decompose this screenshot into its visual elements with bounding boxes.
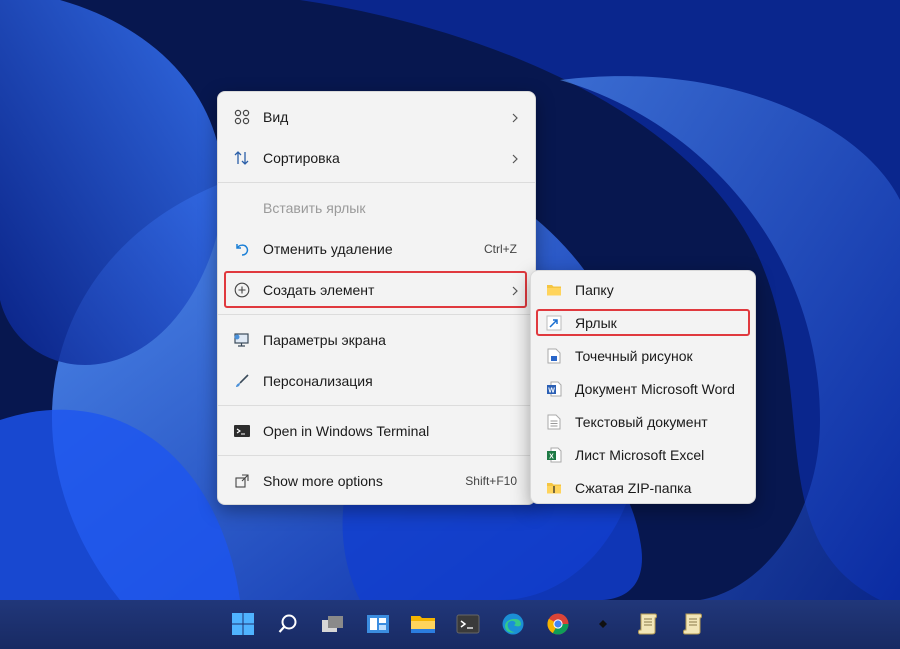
- shortcut-text: Ctrl+Z: [484, 242, 517, 256]
- terminal-icon: [233, 422, 251, 440]
- folder-icon: [546, 282, 562, 298]
- menu-item-display-settings[interactable]: Параметры экрана: [222, 322, 531, 358]
- menu-item-open-terminal[interactable]: Open in Windows Terminal: [222, 413, 531, 449]
- submenu-item-folder[interactable]: Папку: [535, 275, 751, 305]
- task-view-icon[interactable]: [319, 610, 347, 638]
- menu-item-label: Персонализация: [263, 373, 373, 389]
- chrome-icon[interactable]: [544, 610, 572, 638]
- zip-folder-icon: [546, 480, 562, 496]
- separator: [218, 405, 535, 406]
- grid-icon: [233, 108, 251, 126]
- menu-item-label: Open in Windows Terminal: [263, 423, 430, 439]
- menu-item-label: Отменить удаление: [263, 241, 393, 257]
- edge-icon[interactable]: [499, 610, 527, 638]
- menu-item-view[interactable]: Вид: [222, 99, 531, 135]
- highlight-box-new: [224, 271, 527, 308]
- file-explorer-icon[interactable]: [409, 610, 437, 638]
- chevron-right-icon: [509, 111, 521, 123]
- submenu-item-word[interactable]: W Документ Microsoft Word: [535, 374, 751, 404]
- submenu-item-label: Документ Microsoft Word: [575, 381, 735, 397]
- excel-icon: X: [546, 447, 562, 463]
- menu-item-label: Вид: [263, 109, 289, 125]
- menu-item-label: Сортировка: [263, 150, 340, 166]
- undo-icon: [233, 240, 251, 258]
- separator: [218, 182, 535, 183]
- bitmap-icon: [546, 348, 562, 364]
- svg-text:W: W: [548, 387, 555, 394]
- brush-icon: [233, 372, 251, 390]
- menu-item-personalize[interactable]: Персонализация: [222, 363, 531, 399]
- display-icon: [233, 331, 251, 349]
- submenu-item-label: Лист Microsoft Excel: [575, 447, 705, 463]
- highlight-box-shortcut: [536, 309, 750, 336]
- search-icon[interactable]: [274, 610, 302, 638]
- submenu-item-bitmap[interactable]: Точечный рисунок: [535, 341, 751, 371]
- taskbar: [0, 600, 900, 649]
- app-icon[interactable]: [589, 610, 617, 638]
- menu-item-label: Вставить ярлык: [263, 200, 366, 216]
- text-document-icon: [546, 414, 562, 430]
- submenu-item-label: Папку: [575, 282, 614, 298]
- svg-text:X: X: [549, 453, 554, 460]
- document-icon[interactable]: [634, 610, 662, 638]
- sort-icon: [233, 149, 251, 167]
- separator: [218, 455, 535, 456]
- menu-item-label: Параметры экрана: [263, 332, 386, 348]
- start-icon[interactable]: [229, 610, 257, 638]
- menu-item-show-more-options[interactable]: Show more options Shift+F10: [222, 463, 531, 499]
- submenu-item-text-document[interactable]: Текстовый документ: [535, 407, 751, 437]
- submenu-item-label: Текстовый документ: [575, 414, 708, 430]
- submenu-item-label: Сжатая ZIP-папка: [575, 480, 692, 496]
- word-icon: W: [546, 381, 562, 397]
- separator: [218, 314, 535, 315]
- submenu-item-label: Точечный рисунок: [575, 348, 693, 364]
- menu-item-sort[interactable]: Сортировка: [222, 140, 531, 176]
- new-submenu: Папку Ярлык Точечный рисунок W Документ …: [530, 270, 756, 504]
- menu-item-paste-shortcut[interactable]: Вставить ярлык: [222, 190, 531, 226]
- document-icon[interactable]: [679, 610, 707, 638]
- menu-item-label: Show more options: [263, 473, 383, 489]
- submenu-item-zip-folder[interactable]: Сжатая ZIP-папка: [535, 473, 751, 503]
- submenu-item-excel[interactable]: X Лист Microsoft Excel: [535, 440, 751, 470]
- chevron-right-icon: [509, 152, 521, 164]
- widgets-icon[interactable]: [364, 610, 392, 638]
- terminal-icon[interactable]: [454, 610, 482, 638]
- expand-icon: [233, 472, 251, 490]
- shortcut-text: Shift+F10: [465, 474, 517, 488]
- menu-item-undo-delete[interactable]: Отменить удаление Ctrl+Z: [222, 231, 531, 267]
